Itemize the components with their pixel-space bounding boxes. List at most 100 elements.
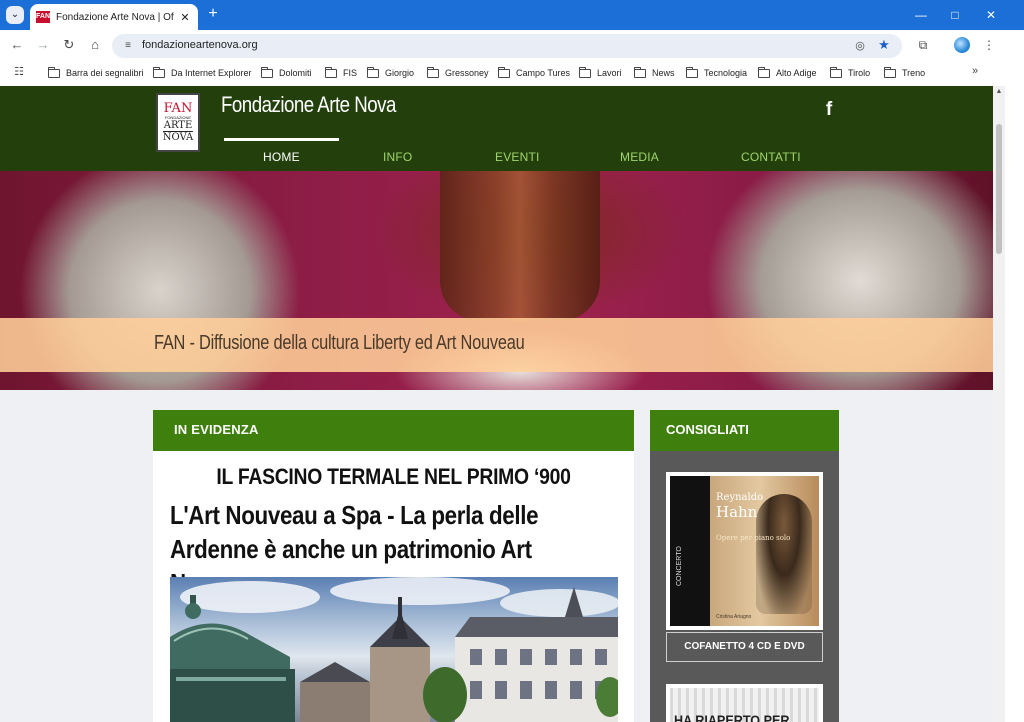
- featured-panel: IN EVIDENZA IL FASCINO TERMALE NEL PRIMO…: [153, 410, 634, 722]
- folder-icon: [366, 66, 379, 78]
- folder-icon: [757, 66, 770, 78]
- bookmark-item[interactable]: Da Internet Explorer: [152, 66, 252, 80]
- bookmark-label: News: [652, 68, 675, 78]
- reload-icon[interactable]: ↻: [60, 36, 78, 54]
- cd-series: CONCERTO: [676, 546, 683, 586]
- featured-panel-heading: IN EVIDENZA: [153, 410, 634, 451]
- recommended-panel-heading: CONSIGLIATI: [650, 410, 839, 451]
- logo-text-bot: NOVA: [162, 131, 194, 143]
- hero-image-detail: [440, 171, 600, 321]
- page-viewport: FAN FONDAZIONE ARTE NOVA Fondazione Arte…: [0, 86, 1005, 722]
- folder-icon: [497, 66, 510, 78]
- bookmark-item[interactable]: Tecnologia: [685, 66, 748, 80]
- puzzle-icon[interactable]: ⧉: [914, 36, 932, 54]
- nav-eventi[interactable]: EVENTI: [495, 150, 540, 164]
- folder-icon: [578, 66, 591, 78]
- bookmark-item[interactable]: Treno: [883, 66, 925, 80]
- folder-icon: [260, 66, 273, 78]
- folder-icon: [324, 66, 337, 78]
- nav-media[interactable]: MEDIA: [620, 150, 659, 164]
- cd-artist-last: Hahn: [716, 503, 758, 521]
- kebab-menu-icon[interactable]: ⋮: [980, 36, 998, 54]
- scrollbar-thumb[interactable]: [996, 124, 1002, 254]
- bookmark-item[interactable]: Alto Adige: [757, 66, 817, 80]
- window-edge: [1005, 30, 1024, 722]
- bookmark-label: Tirolo: [848, 68, 871, 78]
- folder-icon: [633, 66, 646, 78]
- bookmark-label: Tecnologia: [704, 68, 748, 78]
- hero-banner: FAN - Diffusione della cultura Liberty e…: [0, 171, 993, 390]
- bookmark-label: Campo Tures: [516, 68, 571, 78]
- bookmark-item[interactable]: Barra dei segnalibri: [47, 66, 144, 80]
- bookmark-item[interactable]: Dolomiti: [260, 66, 312, 80]
- cd-artist: Reynaldo Hahn: [716, 492, 763, 520]
- cd-cover-image: Reynaldo Hahn Opere per piano solo CONCE…: [670, 476, 819, 626]
- folder-icon: [152, 66, 165, 78]
- browser-toolbar: ← → ↻ ⌂ ≡ fondazioneartenova.org ◎ ★ ⧉ ⋮: [0, 30, 1024, 60]
- site-title[interactable]: Fondazione Arte Nova: [221, 92, 396, 118]
- maximize-icon[interactable]: □: [946, 6, 964, 24]
- browser-tab[interactable]: FAN Fondazione Arte Nova | Officia ✕: [30, 4, 198, 30]
- nav-contatti[interactable]: CONTATTI: [741, 150, 801, 164]
- bookmark-label: Dolomiti: [279, 68, 312, 78]
- active-nav-indicator: [224, 138, 339, 141]
- tune-icon[interactable]: ≡: [120, 38, 136, 54]
- logo-text-mid: ARTE: [163, 120, 193, 131]
- avatar[interactable]: [954, 37, 970, 53]
- favicon: FAN: [36, 11, 50, 23]
- page-scrollbar[interactable]: ▲: [993, 86, 1005, 722]
- chevron-down-icon[interactable]: ⌄: [6, 6, 24, 24]
- cd-product-card[interactable]: Reynaldo Hahn Opere per piano solo CONCE…: [666, 472, 823, 630]
- recommended-panel: CONSIGLIATI Reynaldo Hahn Opere per pian…: [650, 410, 839, 722]
- apps-grid-icon[interactable]: ☷: [12, 65, 26, 79]
- bookmark-label: Barra dei segnalibri: [66, 68, 144, 78]
- hero-caption-band: FAN - Diffusione della cultura Liberty e…: [0, 318, 993, 372]
- cd-subtitle: Opere per piano solo: [716, 534, 791, 542]
- folder-icon: [426, 66, 439, 78]
- nav-info[interactable]: INFO: [383, 150, 412, 164]
- bookmark-item[interactable]: Campo Tures: [497, 66, 571, 80]
- cd-set-button[interactable]: COFANETTO 4 CD E DVD: [666, 632, 823, 662]
- plus-icon[interactable]: +: [204, 5, 222, 23]
- bookmark-label: FIS: [343, 68, 358, 78]
- article-image[interactable]: [170, 577, 618, 722]
- bookmark-label: Alto Adige: [776, 68, 817, 78]
- bookmark-item[interactable]: Giorgio: [366, 66, 414, 80]
- bookmark-item[interactable]: FIS: [324, 66, 358, 80]
- nav-home[interactable]: HOME: [263, 150, 300, 164]
- bookmark-label: Da Internet Explorer: [171, 68, 252, 78]
- tab-strip: ⌄ FAN Fondazione Arte Nova | Officia ✕ +…: [0, 0, 1024, 30]
- eye-off-icon[interactable]: ◎: [852, 38, 868, 54]
- url-text[interactable]: fondazioneartenova.org: [142, 39, 258, 51]
- folder-icon: [883, 66, 896, 78]
- bookmark-label: Gressoney: [445, 68, 489, 78]
- folder-icon: [829, 66, 842, 78]
- chevron-double-right-icon[interactable]: »: [972, 65, 978, 77]
- scroll-up-arrow-icon[interactable]: ▲: [993, 88, 1005, 98]
- bookmark-item[interactable]: Gressoney: [426, 66, 489, 80]
- minimize-icon[interactable]: —: [912, 6, 930, 24]
- cd-performer: Cristina Ariagno: [716, 614, 752, 620]
- logo-text-top: FAN: [163, 101, 193, 116]
- tab-title: Fondazione Arte Nova | Officia: [56, 11, 174, 23]
- home-icon[interactable]: ⌂: [86, 36, 104, 54]
- spa-town-illustration: [170, 577, 618, 722]
- cover-portrait: [756, 494, 812, 614]
- cd-artist-first: Reynaldo: [716, 492, 764, 503]
- site-header: FAN FONDAZIONE ARTE NOVA Fondazione Arte…: [0, 86, 993, 171]
- promo-image: HA RIAPERTO PER: [670, 688, 819, 722]
- forward-arrow-icon[interactable]: →: [34, 36, 52, 54]
- bookmark-item[interactable]: Lavori: [578, 66, 622, 80]
- facebook-icon[interactable]: f: [821, 100, 837, 120]
- bookmark-item[interactable]: Tirolo: [829, 66, 871, 80]
- address-bar[interactable]: ≡ fondazioneartenova.org ◎ ★: [112, 34, 902, 58]
- bookmark-item[interactable]: News: [633, 66, 675, 80]
- star-icon[interactable]: ★: [876, 37, 892, 53]
- site-logo[interactable]: FAN FONDAZIONE ARTE NOVA: [156, 93, 200, 152]
- promo-card[interactable]: HA RIAPERTO PER: [666, 684, 823, 722]
- bookmarks-bar: ☷ Barra dei segnalibri Da Internet Explo…: [0, 60, 1024, 86]
- folder-icon: [685, 66, 698, 78]
- back-arrow-icon[interactable]: ←: [8, 36, 26, 54]
- close-window-icon[interactable]: ✕: [982, 6, 1000, 24]
- close-icon[interactable]: ✕: [178, 11, 192, 24]
